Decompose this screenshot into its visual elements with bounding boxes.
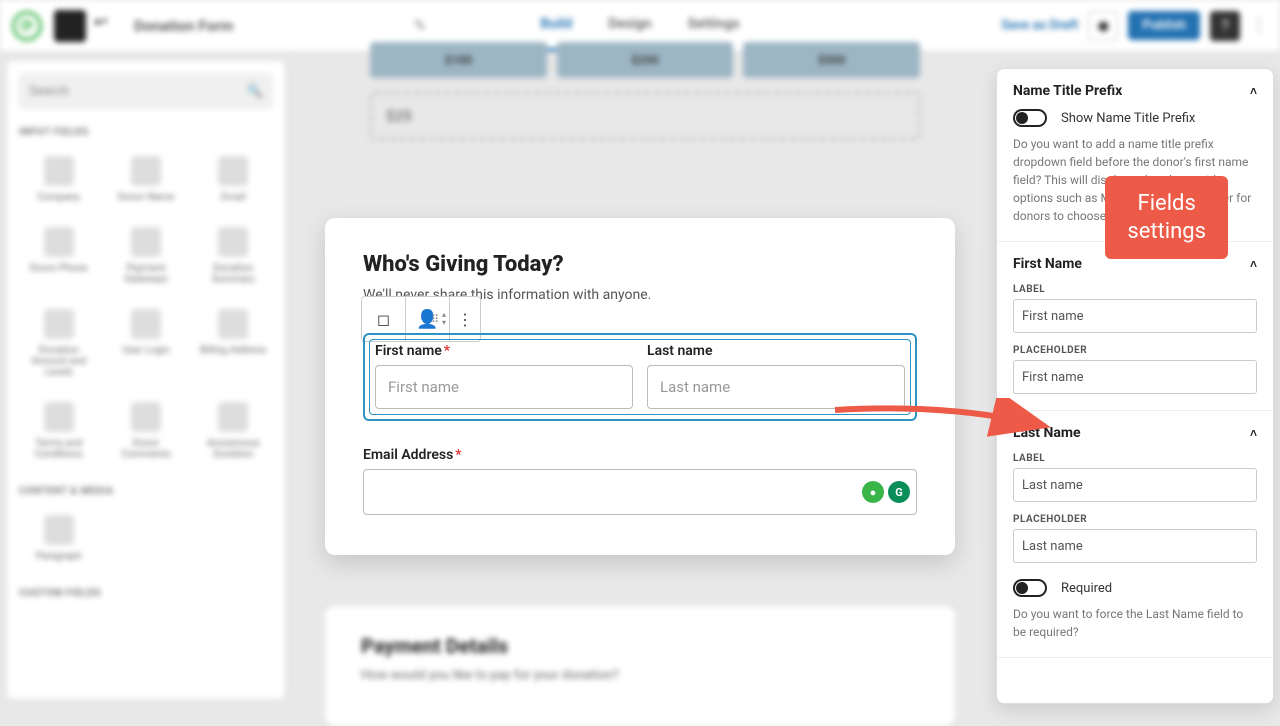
search-placeholder: Search [29, 84, 69, 99]
search-input[interactable]: Search 🔍 [19, 73, 273, 109]
required-toggle[interactable] [1013, 579, 1047, 597]
help-icon[interactable]: ? [1210, 11, 1240, 41]
required-toggle-label: Required [1061, 581, 1112, 596]
last-name-label-input[interactable] [1013, 468, 1257, 502]
field-donation-amount[interactable]: Donation Amount and Levels [19, 301, 98, 386]
annotation-arrow [830, 398, 1060, 448]
field-company[interactable]: Company [19, 148, 98, 211]
prefix-toggle-label: Show Name Title Prefix [1061, 111, 1195, 126]
field-anonymous[interactable]: Anonymous Donation [194, 394, 273, 468]
card-title: Who's Giving Today? [363, 252, 917, 277]
last-name-section: Last Name ˄ LABEL PLACEHOLDER Required D… [997, 411, 1273, 658]
last-name-placeholder-input[interactable] [1013, 529, 1257, 563]
field-donation-summary[interactable]: Donation Summary [194, 219, 273, 293]
field-donor-comments[interactable]: Donor Comments [106, 394, 185, 468]
chevron-up-icon: ˄ [1250, 84, 1257, 98]
edit-icon[interactable]: ✎ [413, 16, 426, 35]
first-name-label-input[interactable] [1013, 299, 1257, 333]
amount-option-1[interactable]: $100 [370, 42, 547, 78]
tab-design[interactable]: Design [608, 0, 651, 51]
section-input-fields: INPUT FIELDS [19, 127, 273, 138]
save-draft-link[interactable]: Save as Draft [1001, 18, 1078, 33]
input-badges: ● G [862, 481, 910, 503]
search-icon: 🔍 [247, 84, 263, 99]
chevron-up-icon: ˄ [1250, 257, 1257, 271]
first-name-input[interactable]: First name [375, 365, 633, 409]
field-payment-gateways[interactable]: Payment Gateways [106, 219, 185, 293]
grammarly-icon: ● [862, 481, 884, 503]
amount-option-2[interactable]: $250 [557, 42, 734, 78]
field-donor-name[interactable]: Donor Name [106, 148, 185, 211]
custom-amount-input[interactable]: $25 [370, 92, 920, 140]
logo-icon: ⟳ [12, 11, 42, 41]
email-field: Email Address* ● G [363, 447, 917, 515]
first-name-section: First Name ˄ LABEL PLACEHOLDER [997, 242, 1273, 411]
field-user-login[interactable]: User Login [106, 301, 185, 386]
first-name-field: First name* First name [375, 343, 633, 409]
first-name-placeholder-caption: PLACEHOLDER [1013, 345, 1257, 356]
more-icon[interactable]: ⋮ [1250, 15, 1268, 36]
publish-button[interactable]: Publish [1128, 11, 1200, 40]
form-name[interactable]: Donation Form [134, 17, 233, 35]
annotation-callout: Fields settings [1105, 176, 1228, 259]
donor-info-card: Who's Giving Today? We'll never share th… [325, 218, 955, 555]
field-donor-phone[interactable]: Donor Phone [19, 219, 98, 293]
last-name-label-caption: LABEL [1013, 453, 1257, 464]
back-icon[interactable] [54, 10, 86, 42]
section-custom-fields: CUSTOM FIELDS [19, 588, 273, 599]
first-name-label: First name* [375, 343, 633, 359]
prefix-header[interactable]: Name Title Prefix ˄ [1013, 83, 1257, 99]
undo-icon[interactable]: ↩ [94, 12, 122, 40]
preview-icon[interactable]: ◉ [1088, 11, 1118, 41]
top-bar: ⟳ ↩ Donation Form ✎ Build Design Setting… [0, 0, 1280, 52]
field-paragraph[interactable]: Paragraph [19, 507, 98, 570]
fields-sidebar: Search 🔍 INPUT FIELDS Company Donor Name… [6, 60, 286, 700]
field-terms[interactable]: Terms and Conditions [19, 394, 98, 468]
email-label: Email Address* [363, 447, 917, 463]
chevron-up-icon: ˄ [1250, 426, 1257, 440]
amount-option-3[interactable]: $500 [743, 42, 920, 78]
last-name-placeholder-caption: PLACEHOLDER [1013, 514, 1257, 525]
last-name-label: Last name [647, 343, 905, 359]
prefix-toggle[interactable] [1013, 109, 1047, 127]
payment-title: Payment Details [361, 634, 919, 658]
payment-card: Payment Details How would you like to pa… [325, 606, 955, 726]
first-name-label-caption: LABEL [1013, 284, 1257, 295]
tab-settings[interactable]: Settings [688, 0, 740, 51]
section-content-media: CONTENT & MEDIA [19, 486, 273, 497]
first-name-placeholder-input[interactable] [1013, 360, 1257, 394]
field-email[interactable]: Email [194, 148, 273, 211]
tab-build[interactable]: Build [540, 0, 572, 51]
email-input[interactable]: ● G [363, 469, 917, 515]
builder-tabs: Build Design Settings [540, 0, 739, 51]
required-description: Do you want to force the Last Name field… [1013, 605, 1257, 641]
field-billing-address[interactable]: Billing Address [194, 301, 273, 386]
grammarly-g-icon: G [888, 481, 910, 503]
field-settings-panel: Name Title Prefix ˄ Show Name Title Pref… [996, 68, 1274, 704]
payment-subtitle: How would you like to pay for your donat… [361, 668, 919, 683]
